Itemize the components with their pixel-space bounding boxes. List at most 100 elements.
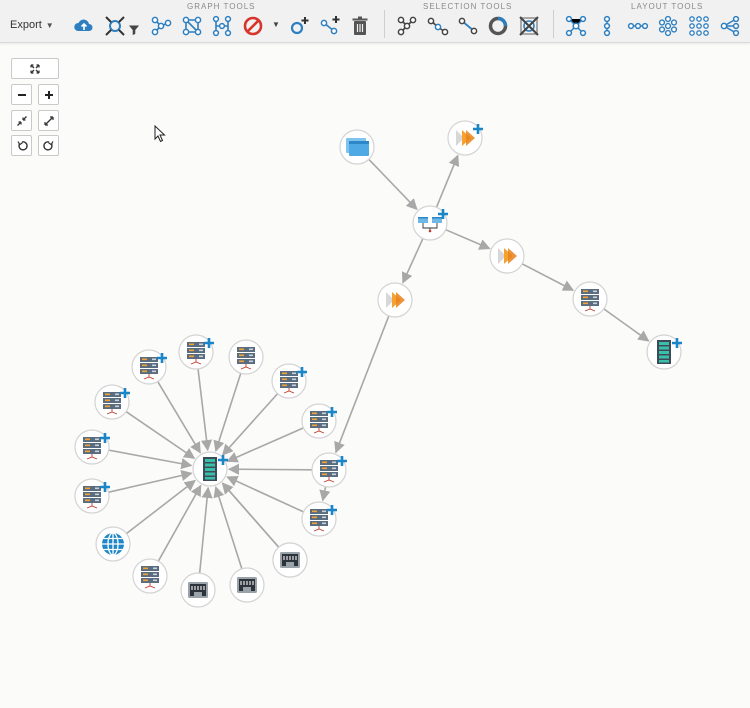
- add-node-button[interactable]: [286, 13, 312, 39]
- graph-node-tile-left[interactable]: [377, 282, 413, 318]
- expand-nodes-icon: [105, 16, 125, 36]
- group-label-graph-tools: GRAPH TOOLS: [187, 2, 256, 11]
- hide-button[interactable]: [240, 13, 266, 39]
- graph-edge[interactable]: [198, 486, 213, 574]
- window-icon: [346, 138, 369, 156]
- graph-node-r11[interactable]: [180, 572, 216, 608]
- group-label-layout-tools: LAYOUT TOOLS: [631, 2, 704, 11]
- select-edge-button[interactable]: [455, 13, 481, 39]
- graph-node-r10[interactable]: [229, 567, 265, 603]
- graph-node-r12[interactable]: [132, 558, 168, 594]
- graph-node-tile-mid[interactable]: [489, 238, 525, 274]
- graph-tree-icon: [212, 15, 232, 37]
- graph-edge[interactable]: [521, 263, 575, 291]
- graph-node-switch[interactable]: [412, 205, 448, 241]
- cloud-upload-button[interactable]: [71, 13, 97, 39]
- graph-edge[interactable]: [125, 479, 196, 535]
- layout-organic-button[interactable]: [563, 13, 589, 39]
- layout-hierarchy-icon: [720, 15, 740, 37]
- toolbar: Export ▼ GRAPH TOOLS SELECTION TOOLS LAY…: [0, 0, 750, 43]
- graph-path-button[interactable]: [148, 13, 174, 39]
- hide-options-caret-icon[interactable]: ▼: [272, 20, 280, 29]
- filter-button[interactable]: [124, 13, 144, 39]
- graph-node-r6[interactable]: [311, 452, 347, 488]
- graph-node-r7[interactable]: [301, 501, 337, 537]
- graph-node-hub[interactable]: [192, 451, 228, 487]
- layout-grid-button[interactable]: [686, 13, 712, 39]
- graph-edge[interactable]: [603, 308, 650, 342]
- graph-node-r14[interactable]: [74, 478, 110, 514]
- deselect-icon: [519, 16, 539, 36]
- graph-node-server-right[interactable]: [572, 281, 608, 317]
- graph-edge[interactable]: [125, 410, 196, 459]
- graph-edge[interactable]: [226, 427, 304, 463]
- layout-horizontal-button[interactable]: [625, 13, 651, 39]
- prohibited-icon: [243, 16, 263, 36]
- layout-radial-button[interactable]: [655, 13, 681, 39]
- layout-organic-icon: [565, 15, 587, 37]
- graph-node-window[interactable]: [339, 129, 375, 165]
- graph-node-r5[interactable]: [301, 403, 337, 439]
- layout-grid-icon: [689, 16, 709, 36]
- select-edge-icon: [458, 17, 478, 35]
- filter-icon: [128, 25, 140, 36]
- graph-edge[interactable]: [108, 470, 193, 493]
- graph-node-r13[interactable]: [95, 526, 131, 562]
- graph-edge[interactable]: [221, 482, 280, 548]
- graph-node-r9[interactable]: [272, 542, 308, 578]
- graph-edge[interactable]: [213, 486, 243, 570]
- graph-node-r3[interactable]: [228, 339, 264, 375]
- network-port-icon: [236, 576, 258, 594]
- graph-edge[interactable]: [226, 476, 304, 513]
- graph-node-tile-top[interactable]: [447, 120, 483, 156]
- toolbar-separator: [384, 10, 385, 38]
- layout-hierarchy-button[interactable]: [717, 13, 743, 39]
- graph-edge[interactable]: [108, 449, 193, 470]
- delete-button[interactable]: [347, 13, 373, 39]
- graph-tree-button[interactable]: [209, 13, 235, 39]
- rack-icon: [203, 457, 217, 481]
- graph-edge[interactable]: [197, 368, 213, 452]
- select-all-button[interactable]: [485, 13, 511, 39]
- graph-node-r2[interactable]: [178, 334, 214, 370]
- layout-horizontal-icon: [627, 22, 649, 30]
- layout-vertical-button[interactable]: [594, 13, 620, 39]
- add-node-icon: [290, 17, 309, 35]
- graph-edge[interactable]: [435, 154, 460, 208]
- select-path-button[interactable]: [425, 13, 451, 39]
- graph-edge[interactable]: [368, 158, 418, 211]
- rack-icon: [657, 340, 671, 364]
- group-label-selection-tools: SELECTION TOOLS: [423, 2, 513, 11]
- graph-edge[interactable]: [401, 238, 424, 284]
- add-edge-button[interactable]: [317, 13, 343, 39]
- graph-edge[interactable]: [334, 315, 390, 454]
- graph-node-r1[interactable]: [131, 349, 167, 385]
- layout-vertical-icon: [603, 15, 611, 37]
- select-neighbors-button[interactable]: [394, 13, 420, 39]
- graph-cycle-button[interactable]: [179, 13, 205, 39]
- graph-node-rack-right[interactable]: [646, 334, 682, 370]
- mouse-cursor-icon: [154, 125, 166, 143]
- graph-path-icon: [151, 16, 172, 36]
- graph-node-r15[interactable]: [74, 429, 110, 465]
- network-port-icon: [187, 581, 209, 599]
- graph-edge[interactable]: [227, 463, 313, 475]
- graph-canvas[interactable]: [0, 43, 750, 708]
- globe-icon: [101, 532, 125, 556]
- toolbar-separator: [553, 10, 554, 38]
- add-edge-icon: [320, 16, 340, 35]
- export-label: Export: [10, 19, 42, 31]
- graph-edge[interactable]: [157, 381, 201, 454]
- layout-radial-icon: [658, 15, 678, 37]
- deselect-button[interactable]: [516, 13, 542, 39]
- select-neighbors-icon: [397, 16, 417, 36]
- export-button[interactable]: Export ▼: [10, 19, 54, 31]
- graph-edge[interactable]: [319, 486, 331, 502]
- caret-down-icon: ▼: [45, 20, 54, 30]
- graph-node-r4[interactable]: [271, 363, 307, 399]
- trash-icon: [352, 16, 368, 35]
- graph-edge[interactable]: [445, 228, 491, 250]
- graph-node-r16[interactable]: [94, 384, 130, 420]
- graph-edge[interactable]: [157, 484, 202, 562]
- ring-icon: [488, 16, 508, 36]
